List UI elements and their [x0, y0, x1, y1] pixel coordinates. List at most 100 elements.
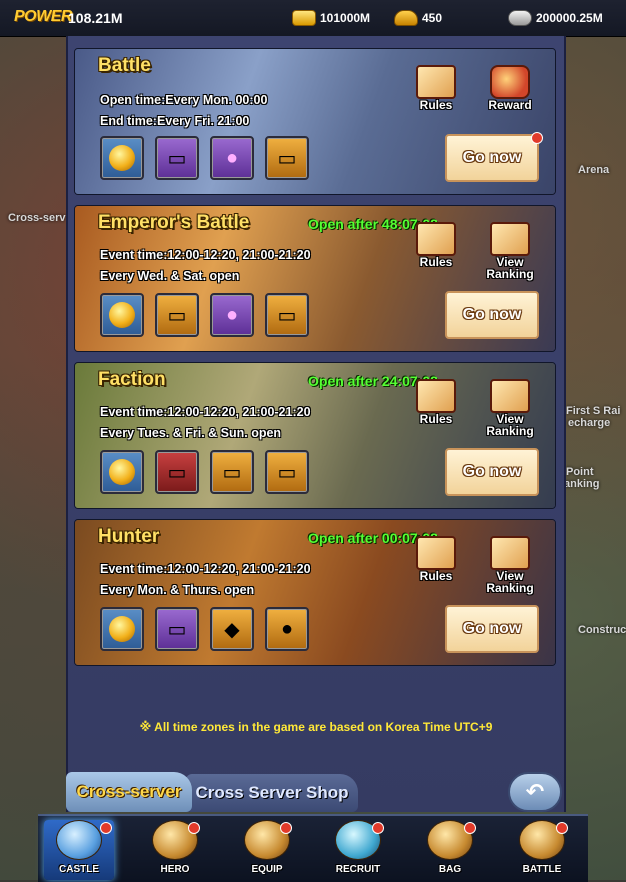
battle-badge	[556, 822, 568, 834]
event-schedule-line: End time:Every Fri. 21:00	[100, 114, 250, 128]
coin-icon	[109, 302, 135, 328]
event-title: Faction	[98, 369, 166, 390]
event-time-line: Open time:Every Mon. 00:00	[100, 93, 268, 107]
gold-ingot-icon	[394, 10, 418, 26]
gold-chest-icon: ▭	[277, 461, 297, 484]
event-card-battle: Battle Open time:Every Mon. 00:00 End ti…	[74, 48, 556, 195]
castle-badge	[100, 822, 112, 834]
notification-badge	[531, 132, 543, 144]
go-now-button[interactable]: Go now	[445, 134, 539, 182]
hero-badge	[188, 822, 200, 834]
event-title: Battle	[98, 55, 151, 76]
go-now-button[interactable]: Go now	[445, 448, 539, 496]
coin-icon	[109, 459, 135, 485]
gold-resource[interactable]: 101000M	[292, 10, 370, 26]
event-time-line: Event time:12:00-12:20, 21:00-21:20	[100, 405, 311, 419]
map-label-first: First S Rai	[566, 405, 621, 417]
ranking-scroll-icon	[490, 536, 530, 570]
back-button[interactable]: ↶	[508, 772, 562, 812]
recruit-badge	[372, 822, 384, 834]
gold-treasure-chest-icon: ▭	[277, 304, 297, 327]
reward-chest-icon	[490, 65, 530, 99]
purple-fire-orb-icon: ●	[225, 146, 239, 169]
reward-purple-orb[interactable]: ●	[210, 136, 254, 180]
gold-ore-icon: ●	[280, 617, 294, 640]
silver-resource[interactable]: 200000.25M	[508, 10, 603, 26]
power-logo: POWER	[14, 8, 72, 25]
gold-bar-icon	[292, 10, 316, 26]
rules-scroll-icon	[416, 222, 456, 256]
power-value: 108.21M	[68, 10, 123, 26]
bag-badge	[464, 822, 476, 834]
rules-button[interactable]: Rules	[411, 222, 461, 268]
reward-treasure-chest[interactable]: ▭	[265, 293, 309, 337]
event-schedule-line: Every Mon. & Thurs. open	[100, 583, 255, 597]
silver-ingot-icon	[508, 10, 532, 26]
reward-bronze-chest[interactable]: ▭	[210, 450, 254, 494]
back-arrow-icon: ↶	[525, 779, 545, 804]
map-label-recharge: echarge	[568, 417, 611, 429]
reward-coin[interactable]	[100, 136, 144, 180]
rules-button[interactable]: Rules	[411, 65, 461, 111]
reward-wooden-chest[interactable]: ▭	[155, 607, 199, 651]
reward-coin[interactable]	[100, 293, 144, 337]
tab-cross-server-shop[interactable]: Cross Server Shop	[186, 774, 358, 812]
rules-scroll-icon	[416, 379, 456, 413]
equip-badge	[280, 822, 292, 834]
timezone-note: ※ All time zones in the game are based o…	[139, 720, 493, 734]
event-card-faction: Faction Open after 24:07:08 Event time:1…	[74, 362, 556, 509]
silver-chest-icon: ▭	[167, 147, 187, 170]
event-card-emperors-battle: Emperor's Battle Open after 48:07:08 Eve…	[74, 205, 556, 352]
resource-top-bar: POWER 108.21M 101000M 450 200000.25M	[0, 0, 626, 37]
event-schedule-line: Every Tues. & Fri. & Sun. open	[100, 426, 282, 440]
coin-icon	[109, 145, 135, 171]
event-schedule-line: Every Wed. & Sat. open	[100, 269, 240, 283]
purple-fire-orb-icon: ●	[225, 303, 239, 326]
map-label-point: Point	[566, 466, 594, 478]
wooden-chest-icon: ▭	[277, 147, 297, 170]
gold-chest-icon: ▭	[167, 304, 187, 327]
red-gem-chest-icon: ▭	[167, 461, 187, 484]
event-time-line: Event time:12:00-12:20, 21:00-21:20	[100, 248, 311, 262]
bottom-nav: CASTLE HERO EQUIP RECRUIT BAG BATTLE	[38, 814, 588, 882]
cross-server-panel: Battle Open time:Every Mon. 00:00 End ti…	[66, 36, 566, 812]
map-label-construct: Construc	[578, 624, 626, 636]
reward-gold-chest[interactable]: ▭	[155, 293, 199, 337]
rules-scroll-icon	[416, 65, 456, 99]
ranking-scroll-icon	[490, 222, 530, 256]
event-time-line: Event time:12:00-12:20, 21:00-21:20	[100, 562, 311, 576]
rules-button[interactable]: Rules	[411, 379, 461, 425]
reward-gold-ore[interactable]: ●	[265, 607, 309, 651]
event-title: Emperor's Battle	[98, 212, 250, 233]
gold-crystal-icon: ◆	[224, 618, 240, 641]
bronze-chest-icon: ▭	[222, 461, 242, 484]
rules-button[interactable]: Rules	[411, 536, 461, 582]
map-label-cross-server: Cross-serv	[8, 212, 66, 224]
ingot-resource[interactable]: 450	[394, 10, 442, 26]
reward-gold-chest[interactable]: ▭	[265, 450, 309, 494]
tab-cross-server[interactable]: Cross-server	[66, 772, 192, 812]
reward-button[interactable]: Reward	[485, 65, 535, 111]
ranking-scroll-icon	[490, 379, 530, 413]
reward-gold-crystal[interactable]: ◆	[210, 607, 254, 651]
reward-silver-chest[interactable]: ▭	[155, 136, 199, 180]
event-card-hunter: Hunter Open after 00:07:08 Event time:12…	[74, 519, 556, 666]
go-now-button[interactable]: Go now	[445, 605, 539, 653]
tab-strip: Cross Server Shop Cross-server ↶	[66, 772, 562, 812]
view-ranking-button[interactable]: View Ranking	[485, 379, 535, 437]
map-label-ranking: anking	[564, 478, 600, 490]
reward-coin[interactable]	[100, 450, 144, 494]
reward-coin[interactable]	[100, 607, 144, 651]
castle-icon	[56, 820, 102, 860]
reward-purple-orb[interactable]: ●	[210, 293, 254, 337]
go-now-button[interactable]: Go now	[445, 291, 539, 339]
map-label-arena: Arena	[578, 164, 610, 176]
coin-icon	[109, 616, 135, 642]
view-ranking-button[interactable]: View Ranking	[485, 536, 535, 594]
view-ranking-button[interactable]: View Ranking	[485, 222, 535, 280]
rules-scroll-icon	[416, 536, 456, 570]
event-title: Hunter	[98, 526, 160, 547]
wooden-chest-icon: ▭	[167, 618, 187, 641]
reward-wooden-chest[interactable]: ▭	[265, 136, 309, 180]
reward-red-gem-chest[interactable]: ▭	[155, 450, 199, 494]
